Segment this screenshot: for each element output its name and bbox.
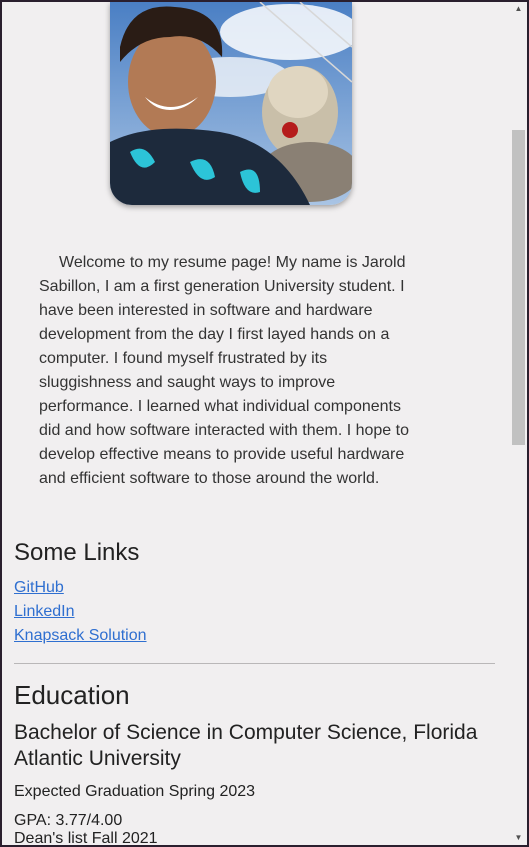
links-list: GitHub LinkedIn Knapsack Solution	[14, 576, 147, 648]
section-divider	[14, 663, 495, 664]
gpa-block: GPA: 3.77/4.00 Dean's list Fall 2021	[14, 812, 158, 845]
triangle-down-icon[interactable]: ▼	[510, 831, 527, 845]
vertical-scrollbar[interactable]: ▲ ▼	[510, 2, 527, 845]
links-heading: Some Links	[14, 539, 140, 566]
scrollbar-thumb[interactable]	[512, 130, 525, 445]
education-heading: Education	[14, 680, 130, 710]
profile-photo	[110, 2, 352, 205]
knapsack-solution-link[interactable]: Knapsack Solution	[14, 624, 147, 648]
triangle-up-icon[interactable]: ▲	[510, 2, 527, 16]
deans-list-text: Dean's list Fall 2021	[14, 830, 158, 845]
linkedin-link[interactable]: LinkedIn	[14, 600, 147, 624]
intro-paragraph: Welcome to my resume page! My name is Ja…	[39, 254, 409, 487]
degree-title: Bachelor of Science in Computer Science,…	[14, 721, 478, 770]
graduation-text: Expected Graduation Spring 2023	[14, 783, 256, 800]
gpa-text: GPA: 3.77/4.00	[14, 812, 123, 829]
browser-viewport: Welcome to my resume page! My name is Ja…	[2, 2, 527, 845]
github-link[interactable]: GitHub	[14, 576, 147, 600]
